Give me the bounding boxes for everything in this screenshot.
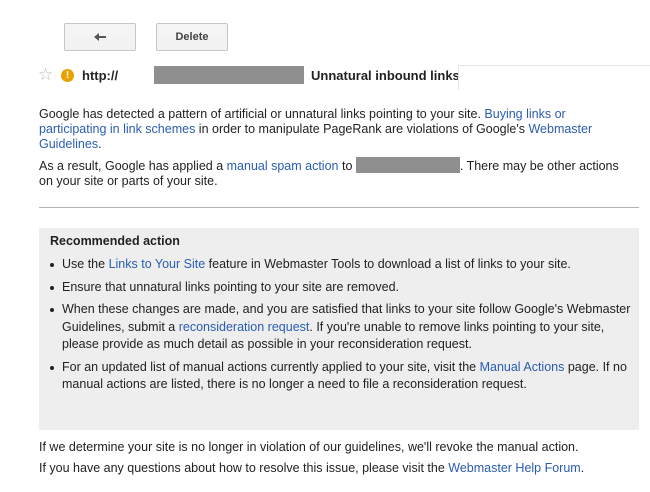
redacted-site-url xyxy=(154,66,304,84)
delete-button[interactable]: Delete xyxy=(156,23,228,51)
star-icon[interactable]: ☆ xyxy=(38,65,53,85)
subject-title: Unnatural inbound links xyxy=(311,68,460,83)
footer-line-2: If you have any questions about how to r… xyxy=(39,460,639,476)
toolbar: Delete xyxy=(0,0,650,62)
link-manual-actions[interactable]: Manual Actions xyxy=(480,360,565,374)
message-paragraph-1: Google has detected a pattern of artific… xyxy=(39,107,624,152)
footer-text-a: If you have any questions about how to r… xyxy=(39,461,449,475)
p1-text-c: . xyxy=(98,137,102,151)
item4-text-a: For an updated list of manual actions cu… xyxy=(62,359,480,374)
footer-line-1: If we determine your site is no longer i… xyxy=(39,440,579,454)
warning-icon: ! xyxy=(61,69,74,82)
list-item: Use the Links to Your Site feature in We… xyxy=(39,256,632,274)
link-reconsideration-request[interactable]: reconsideration request xyxy=(179,320,310,334)
redacted-site-name xyxy=(355,157,460,173)
back-button[interactable] xyxy=(64,23,136,51)
subject-tab-edge xyxy=(458,65,650,90)
item2-text: Ensure that unnatural links pointing to … xyxy=(62,279,399,294)
divider xyxy=(39,207,639,208)
p2-text-b: to xyxy=(338,159,356,173)
list-item: When these changes are made, and you are… xyxy=(39,301,632,354)
subject-url-prefix: http:// xyxy=(82,68,119,83)
item1-text-a: Use the xyxy=(62,257,109,271)
footer-text-b: . xyxy=(580,461,585,475)
p1-text-a: Google has detected a pattern of artific… xyxy=(39,107,485,121)
item1-text-b: feature in Webmaster Tools to download a… xyxy=(205,257,571,271)
recommended-action-list: Use the Links to Your Site feature in We… xyxy=(39,256,639,399)
p1-text-b: in order to manipulate PageRank are viol… xyxy=(195,122,529,136)
link-manual-spam-action[interactable]: manual spam action xyxy=(227,159,339,173)
link-links-to-your-site[interactable]: Links to Your Site xyxy=(109,257,206,271)
back-arrow-icon xyxy=(93,32,107,42)
message-paragraph-2: As a result, Google has applied a manual… xyxy=(39,157,624,189)
recommended-action-panel: Recommended action Use the Links to Your… xyxy=(39,228,639,430)
recommended-action-title: Recommended action xyxy=(50,234,180,248)
p2-text-a: As a result, Google has applied a xyxy=(39,159,227,173)
list-item: Ensure that unnatural links pointing to … xyxy=(39,279,632,297)
message-subject-row: ☆ ! http:// Unnatural inbound links xyxy=(38,65,650,90)
link-webmaster-help-forum[interactable]: Webmaster Help Forum xyxy=(448,461,580,475)
list-item: For an updated list of manual actions cu… xyxy=(39,359,632,394)
